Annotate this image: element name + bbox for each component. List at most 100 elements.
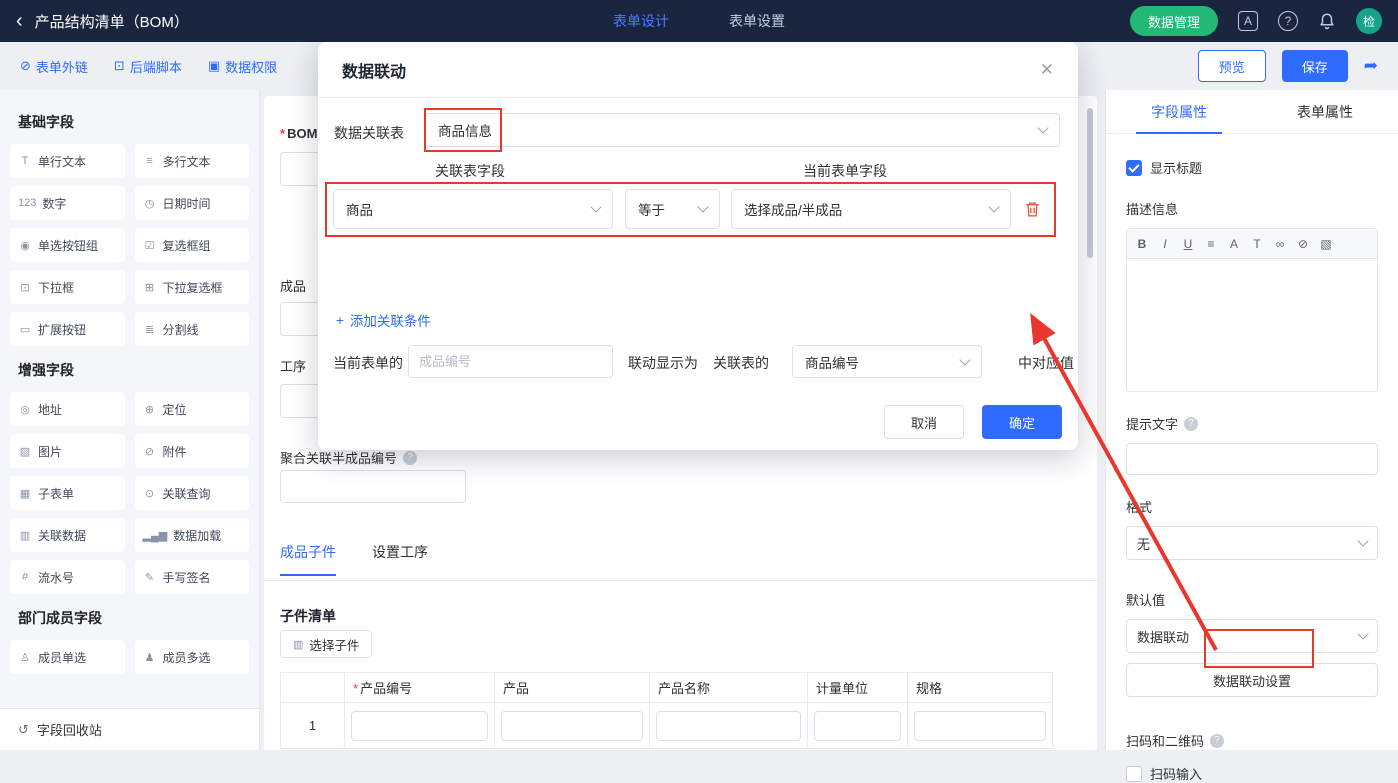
link-backend-script[interactable]: ⊡ 后端脚本: [114, 57, 182, 76]
bold-icon[interactable]: B: [1136, 237, 1148, 251]
save-button[interactable]: 保存: [1281, 50, 1348, 82]
field-item-address[interactable]: ◎ 地址: [10, 392, 125, 426]
share-icon[interactable]: ➦: [1364, 56, 1378, 76]
select-value: 数据联动: [1137, 629, 1190, 645]
field-item-select[interactable]: ⊡ 下拉框: [10, 270, 125, 304]
tab-field-properties[interactable]: 字段属性: [1106, 90, 1252, 134]
link-icon[interactable]: ∞: [1274, 237, 1286, 251]
chevron-down-icon: [988, 201, 1000, 213]
tab-form-design[interactable]: 表单设计: [613, 11, 669, 31]
modal-title: 数据联动: [342, 63, 407, 81]
canvas-scrollbar[interactable]: [1087, 108, 1093, 258]
agg-input[interactable]: [280, 470, 466, 503]
field-item-relation-data[interactable]: ▥ 关联数据: [10, 518, 125, 552]
field-item-checkbox-group[interactable]: ☑ 复选框组: [134, 228, 249, 262]
add-condition-link[interactable]: + 添加关联条件: [336, 310, 431, 330]
table-cell-input[interactable]: [501, 710, 643, 741]
tab-finished-parts[interactable]: 成品子件: [280, 542, 336, 576]
field-item-signature[interactable]: ✎ 手写签名: [134, 560, 249, 594]
link-data-permission[interactable]: ▣ 数据权限: [208, 57, 277, 76]
language-icon[interactable]: A: [1238, 11, 1258, 31]
link-form-external[interactable]: ⊘ 表单外链: [20, 57, 88, 76]
field-item-radio-group[interactable]: ◉ 单选按钮组: [10, 228, 125, 262]
list-icon: ▥: [293, 638, 304, 651]
bell-icon[interactable]: [1318, 12, 1336, 30]
table-cell-input[interactable]: [351, 710, 488, 741]
field-item-multi-line-text[interactable]: ≡ 多行文本: [134, 144, 249, 178]
help-icon[interactable]: ?: [1278, 11, 1298, 31]
tab-set-process[interactable]: 设置工序: [372, 542, 428, 576]
question-icon[interactable]: ?: [1184, 416, 1199, 431]
field-item-attachment[interactable]: ⊘ 附件: [134, 434, 249, 468]
question-icon[interactable]: ?: [1210, 733, 1225, 748]
search-icon: ⊙: [144, 487, 155, 500]
data-manage-button[interactable]: 数据管理: [1129, 6, 1218, 36]
underline-icon[interactable]: U: [1182, 237, 1194, 251]
attachment-icon: ⊘: [144, 445, 155, 458]
question-icon[interactable]: ?: [403, 450, 418, 465]
field-label: 多行文本: [162, 154, 211, 169]
close-icon[interactable]: ✕: [1040, 60, 1054, 80]
table-cell-input[interactable]: [656, 710, 801, 741]
tab-form-settings[interactable]: 表单设置: [729, 11, 785, 31]
field-item-divider[interactable]: ≣ 分割线: [134, 312, 249, 346]
select-parts-button[interactable]: ▥ 选择子件: [280, 630, 373, 658]
default-value-select[interactable]: 数据联动: [1126, 619, 1378, 653]
current-form-field-input[interactable]: [408, 345, 613, 378]
delete-condition-button[interactable]: [1024, 200, 1041, 221]
linkage-display-label: 联动显示为: [628, 355, 698, 371]
condition-target-select[interactable]: 选择成品/半成品: [731, 189, 1011, 229]
divider-icon: ≣: [144, 323, 155, 336]
show-title-checkbox[interactable]: 显示标题: [1126, 158, 1378, 177]
subtable-title: 子件清单: [280, 608, 336, 624]
align-icon[interactable]: ≡: [1205, 237, 1217, 251]
field-item-extend-button[interactable]: ▭ 扩展按钮: [10, 312, 125, 346]
multi-line-text-icon: ≡: [146, 155, 153, 167]
field-item-number[interactable]: 123 数字: [10, 186, 125, 220]
checkbox-unchecked-icon[interactable]: [1126, 765, 1142, 782]
font-size-icon[interactable]: T: [1251, 237, 1263, 251]
field-item-datetime[interactable]: ◷ 日期时间: [134, 186, 249, 220]
linkage-setting-button[interactable]: 数据联动设置: [1126, 663, 1378, 697]
field-item-serial-number[interactable]: # 流水号: [10, 560, 125, 594]
tab-form-properties[interactable]: 表单属性: [1252, 90, 1398, 133]
insert-image-icon[interactable]: ▧: [1320, 237, 1332, 251]
description-editor-content[interactable]: [1127, 259, 1377, 391]
unlink-icon[interactable]: ⊘: [1297, 237, 1309, 251]
table-cell-input[interactable]: [914, 710, 1046, 741]
relation-field-select[interactable]: 商品编号: [792, 345, 982, 378]
field-item-data-load[interactable]: ▂▄▆ 数据加载: [134, 518, 249, 552]
scan-input-checkbox[interactable]: 扫码输入: [1126, 764, 1378, 783]
col-header-product-name: 产品名称: [649, 672, 808, 703]
cancel-button[interactable]: 取消: [884, 405, 964, 439]
field-item-multi-select[interactable]: ⊞ 下拉复选框: [134, 270, 249, 304]
field-item-member-single[interactable]: ♙ 成员单选: [10, 640, 125, 674]
back-icon[interactable]: ‹: [16, 11, 23, 31]
field-item-relation-query[interactable]: ⊙ 关联查询: [134, 476, 249, 510]
confirm-button[interactable]: 确定: [982, 405, 1062, 439]
external-link-icon: ⊘: [20, 58, 31, 73]
field-label: 子表单: [38, 486, 75, 501]
hint-input[interactable]: [1126, 443, 1378, 475]
relation-table-select[interactable]: 商品信息: [425, 113, 1060, 147]
modal-header: 数据联动 ✕: [318, 42, 1078, 98]
table-cell-input[interactable]: [814, 710, 901, 741]
select-value: 商品: [346, 203, 373, 218]
avatar[interactable]: 检: [1356, 8, 1382, 34]
field-item-image[interactable]: ▧ 图片: [10, 434, 125, 468]
field-item-single-line-text[interactable]: T 单行文本: [10, 144, 125, 178]
page-title: 产品结构清单（BOM）: [34, 13, 189, 31]
field-item-location[interactable]: ⊕ 定位: [134, 392, 249, 426]
font-color-icon[interactable]: A: [1228, 237, 1240, 251]
preview-button[interactable]: 预览: [1197, 50, 1266, 82]
recycle-label: 字段回收站: [36, 723, 102, 738]
field-item-member-multi[interactable]: ♟ 成员多选: [134, 640, 249, 674]
condition-field-select[interactable]: 商品: [333, 189, 613, 229]
condition-operator-select[interactable]: 等于: [625, 189, 720, 229]
format-select[interactable]: 无: [1126, 526, 1378, 560]
italic-icon[interactable]: I: [1159, 237, 1171, 251]
field-item-subform[interactable]: ▦ 子表单: [10, 476, 125, 510]
field-recycle-bin[interactable]: ↺ 字段回收站: [0, 708, 259, 750]
checkbox-checked-icon[interactable]: [1126, 159, 1142, 176]
label-text: 聚合关联半成品编号: [280, 451, 398, 466]
